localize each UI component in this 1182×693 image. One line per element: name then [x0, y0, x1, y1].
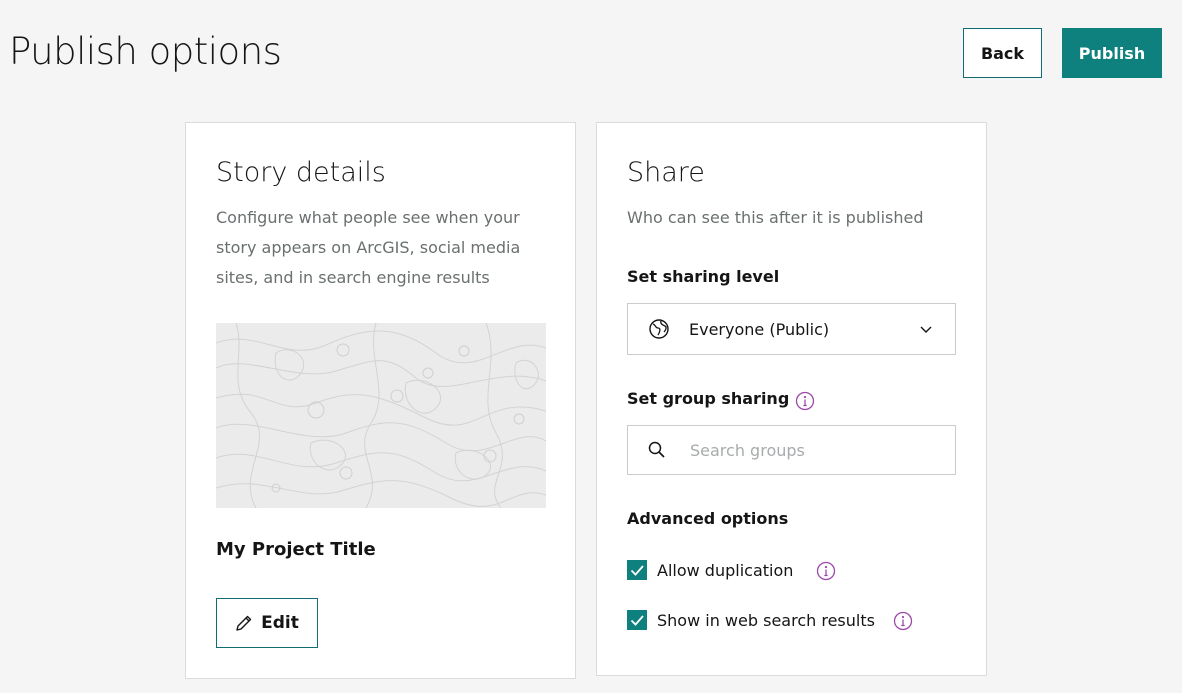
group-sharing-label: Set group sharing [627, 389, 790, 408]
globe-icon [649, 319, 669, 339]
allow-duplication-option[interactable]: Allow duplication [627, 560, 793, 580]
show-in-web-search-option[interactable]: Show in web search results [627, 610, 875, 630]
story-details-description: Configure what people see when your stor… [216, 208, 521, 287]
search-groups-input[interactable] [688, 439, 942, 461]
check-icon [630, 565, 644, 576]
page-title: Publish options [9, 30, 282, 73]
search-icon [648, 441, 665, 458]
allow-duplication-label: Allow duplication [657, 560, 794, 580]
group-search-field[interactable] [627, 425, 956, 475]
edit-label: Edit [261, 613, 299, 633]
share-subtitle: Who can see this after it is published [627, 208, 924, 227]
story-thumbnail[interactable] [216, 323, 546, 508]
edit-button[interactable]: Edit [216, 598, 318, 648]
advanced-options-label: Advanced options [627, 509, 789, 528]
story-details-title: Story details [216, 157, 386, 188]
sharing-level-select[interactable]: Everyone (Public) [627, 303, 956, 355]
info-icon[interactable] [893, 611, 913, 631]
show-in-web-search-checkbox[interactable] [627, 610, 647, 630]
story-details-card: Story details Configure what people see … [185, 122, 576, 679]
sharing-level-value: Everyone (Public) [689, 319, 830, 339]
share-title: Share [627, 157, 705, 188]
back-button[interactable]: Back [963, 28, 1042, 78]
info-icon[interactable] [795, 391, 815, 411]
project-title: My Project Title [216, 539, 376, 560]
share-card: Share Who can see this after it is publi… [596, 122, 987, 676]
info-icon[interactable] [816, 561, 836, 581]
topographic-pattern-image [216, 323, 546, 508]
check-icon [630, 615, 644, 626]
pencil-icon [236, 615, 252, 631]
publish-button[interactable]: Publish [1062, 28, 1162, 78]
show-in-web-search-label: Show in web search results [657, 610, 875, 630]
allow-duplication-checkbox[interactable] [627, 560, 647, 580]
sharing-level-label: Set sharing level [627, 267, 780, 286]
chevron-down-icon [920, 326, 932, 333]
